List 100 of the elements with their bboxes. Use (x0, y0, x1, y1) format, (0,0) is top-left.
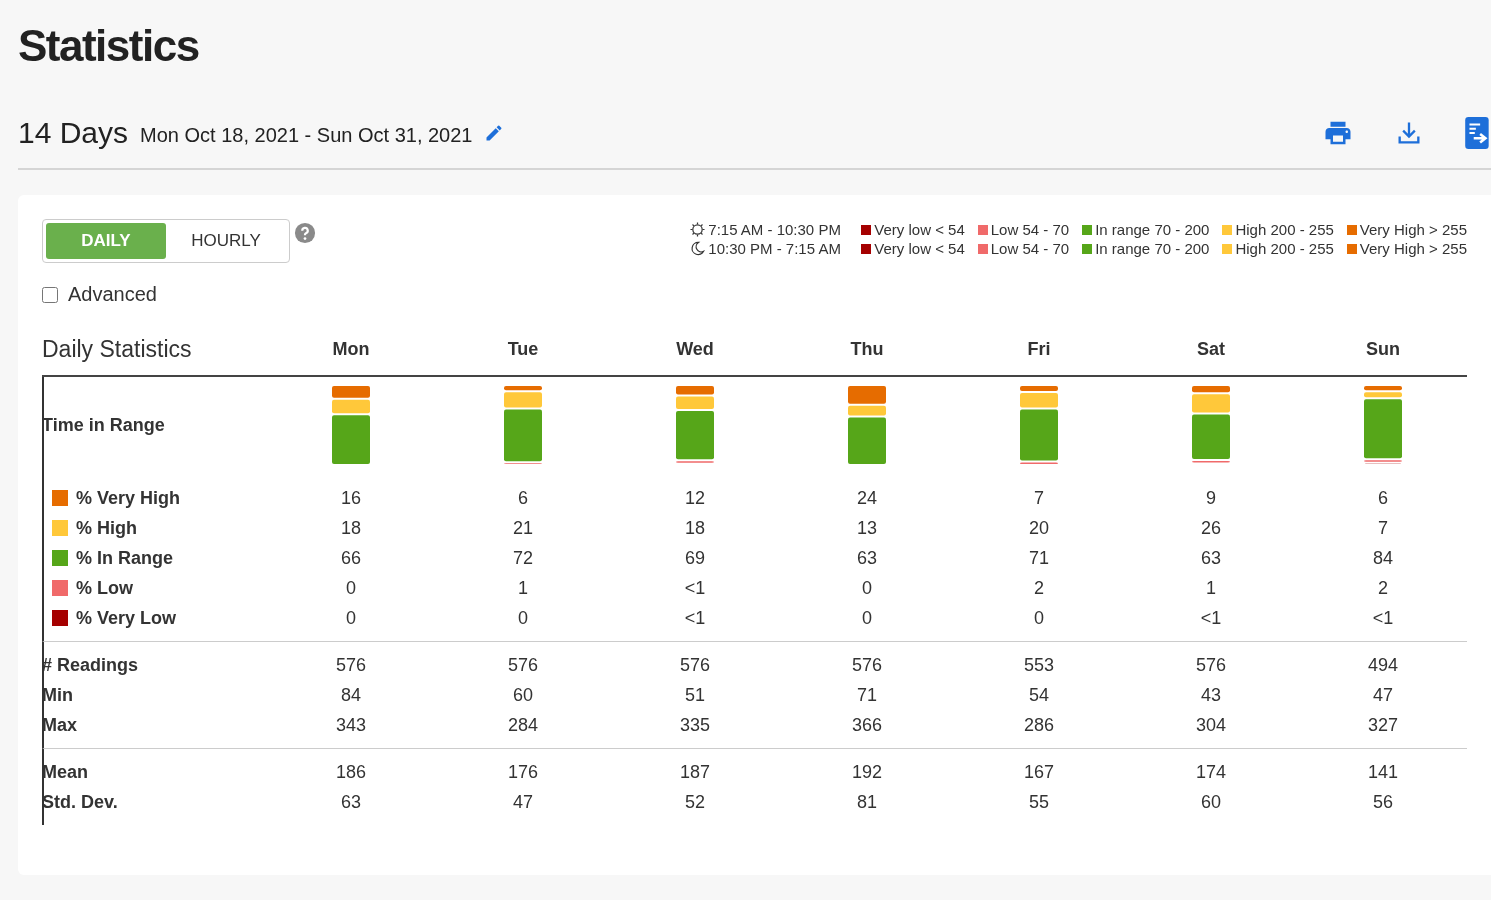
time-span: 10:30 PM - 7:15 AM (708, 240, 842, 257)
legend-label: Low 54 - 70 (990, 240, 1070, 257)
legend-label: Very High > 255 (1359, 221, 1467, 238)
table-cell: 176 (507, 761, 538, 782)
table-cell: 18 (341, 517, 361, 538)
table-cell: 63 (857, 547, 877, 568)
table-cell: 0 (346, 607, 356, 628)
table-cell: <1 (1372, 607, 1394, 628)
table-cell: 51 (685, 684, 705, 705)
table-cell: 24 (857, 487, 877, 508)
table-cell: 576 (1195, 654, 1226, 675)
table-cell: 47 (1373, 684, 1393, 705)
table-cell: 304 (1195, 714, 1226, 735)
row-label: % Low (76, 577, 133, 599)
legend-label: Very High > 255 (1359, 240, 1467, 257)
table-cell: 12 (685, 487, 705, 508)
table-cell: 18 (685, 517, 705, 538)
day-header: Sat (1197, 339, 1225, 359)
legend-label: High 200 - 255 (1235, 240, 1334, 257)
table-cell: 84 (341, 684, 361, 705)
table-cell: 284 (507, 714, 538, 735)
table-cell: 9 (1206, 487, 1216, 508)
table-cell: 286 (1023, 714, 1054, 735)
table-cell: 141 (1367, 761, 1398, 782)
table-cell: 47 (513, 791, 533, 812)
table-cell: <1 (684, 607, 706, 628)
table-cell: 7 (1378, 517, 1388, 538)
table-cell: 553 (1023, 654, 1054, 675)
row-label: % High (76, 517, 137, 539)
table-heading: Daily Statistics (42, 336, 192, 363)
day-header: Tue (507, 339, 539, 359)
table-cell: 0 (346, 577, 356, 598)
table-cell: 56 (1373, 791, 1393, 812)
table-cell: 576 (679, 654, 710, 675)
table-cell: 6 (518, 487, 528, 508)
advanced-label: Advanced (68, 283, 157, 306)
table-cell: 0 (862, 577, 872, 598)
table-cell: 576 (335, 654, 366, 675)
table-cell: 52 (685, 791, 705, 812)
table-cell: 7 (1034, 487, 1044, 508)
date-range: Mon Oct 18, 2021 - Sun Oct 31, 2021 (140, 123, 473, 147)
table-cell: 1 (518, 577, 528, 598)
table-cell: 0 (862, 607, 872, 628)
table-cell: <1 (1200, 607, 1222, 628)
table-cell: 26 (1201, 517, 1221, 538)
table-cell: 60 (1201, 791, 1221, 812)
legend-label: Very low < 54 (874, 221, 965, 238)
table-cell: 43 (1201, 684, 1221, 705)
table-cell: 13 (857, 517, 877, 538)
page-title: Statistics (18, 20, 200, 70)
table-cell: 63 (341, 791, 361, 812)
row-label: Std. Dev. (42, 791, 118, 813)
table-cell: 66 (341, 547, 361, 568)
row-label: Mean (42, 761, 88, 783)
table-cell: 60 (513, 684, 533, 705)
table-cell: 55 (1029, 791, 1049, 812)
table-cell: 576 (507, 654, 538, 675)
table-cell: 0 (518, 607, 528, 628)
table-cell: 69 (685, 547, 705, 568)
table-cell: 84 (1373, 547, 1393, 568)
table-cell: 2 (1378, 577, 1388, 598)
table-cell: 192 (851, 761, 882, 782)
day-header: Wed (676, 339, 714, 359)
legend-label: High 200 - 255 (1235, 221, 1334, 238)
row-label: % Very Low (76, 607, 177, 629)
row-label: Time in Range (42, 414, 165, 436)
table-cell: 21 (513, 517, 533, 538)
table-cell: 494 (1367, 654, 1398, 675)
legend-label: Low 54 - 70 (990, 221, 1070, 238)
row-label: % In Range (76, 547, 173, 569)
table-cell: 72 (513, 547, 533, 568)
table-cell: 327 (1367, 714, 1398, 735)
table-cell: 343 (335, 714, 366, 735)
table-cell: 366 (851, 714, 882, 735)
table-cell: 0 (1034, 607, 1044, 628)
row-label: % Very High (76, 487, 181, 509)
legend-label: In range 70 - 200 (1095, 240, 1210, 257)
day-header: Mon (332, 339, 370, 359)
table-cell: 1 (1206, 577, 1216, 598)
table-cell: 81 (857, 791, 877, 812)
table-cell: 335 (679, 714, 710, 735)
table-cell: 71 (1029, 547, 1049, 568)
table-cell: 576 (851, 654, 882, 675)
legend-label: Very low < 54 (874, 240, 965, 257)
table-cell: 63 (1201, 547, 1221, 568)
day-header: Sun (1366, 339, 1400, 359)
range-length: 14 Days (18, 116, 129, 150)
legend-label: In range 70 - 200 (1095, 221, 1210, 238)
table-cell: 167 (1023, 761, 1054, 782)
table-cell: 54 (1029, 684, 1049, 705)
table-cell: 187 (679, 761, 710, 782)
day-header: Thu (850, 339, 884, 359)
table-cell: 71 (857, 684, 877, 705)
table-cell: 2 (1034, 577, 1044, 598)
day-header: Fri (1027, 339, 1051, 359)
table-cell: 174 (1195, 761, 1226, 782)
table-cell: 16 (341, 487, 361, 508)
table-cell: 20 (1029, 517, 1049, 538)
table-cell: 186 (335, 761, 366, 782)
table-cell: 6 (1378, 487, 1388, 508)
